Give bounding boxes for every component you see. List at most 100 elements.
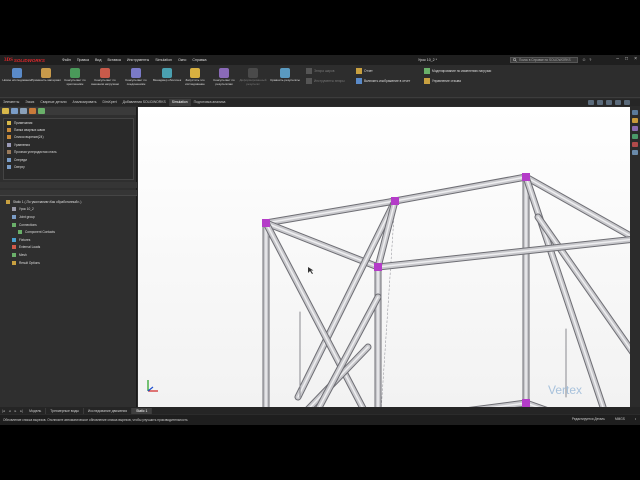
view-orientation-icon[interactable] xyxy=(606,100,612,105)
feature-tree-item-6[interactable]: Сверху xyxy=(4,163,133,170)
help-search-input[interactable]: Поиск в Справке по SOLIDWORKS xyxy=(510,57,578,63)
feature-tree-item-3[interactable]: Уравнения xyxy=(4,141,133,148)
view-palette-icon[interactable] xyxy=(632,134,638,139)
solidworks-logo[interactable]: 3DS SOLIDWORKS xyxy=(4,56,48,64)
ribbon-small-button-2[interactable]: Отчет xyxy=(356,67,373,74)
tab-scroll-first-icon[interactable]: |◂ xyxy=(2,409,5,413)
feature-tree-item-1[interactable]: Папка сварных швов xyxy=(4,126,133,133)
appearances-icon[interactable] xyxy=(632,142,638,147)
beam-x-brace-1[interactable] xyxy=(263,220,378,409)
feature-manager-tab-icon[interactable] xyxy=(2,108,9,114)
ribbon-button-8[interactable]: Деформированный результат xyxy=(238,68,268,86)
display-manager-tab-icon[interactable] xyxy=(38,108,45,114)
maximize-button[interactable]: □ xyxy=(625,56,628,62)
command-tab-2[interactable]: Сварные детали xyxy=(37,99,69,106)
panel-splitter[interactable] xyxy=(0,182,137,188)
feature-tree-item-4[interactable]: Прочная углеродистая сталь xyxy=(4,149,133,156)
ribbon-small-button-1[interactable]: Инструменты эпюры xyxy=(306,77,345,84)
simulation-tree-item-6[interactable]: External Loads xyxy=(3,244,134,252)
menu-item-6[interactable]: Окно xyxy=(178,58,186,62)
menu-item-4[interactable]: Инструменты xyxy=(127,58,149,62)
beam-front-top-highlight[interactable] xyxy=(377,238,630,268)
feature-tree-item-5[interactable]: Спереди xyxy=(4,156,133,163)
configuration-manager-tab-icon[interactable] xyxy=(20,108,27,114)
simulation-tree-item-5[interactable]: Fixtures xyxy=(3,236,134,244)
simulation-tree-item-2[interactable]: Joint group xyxy=(3,213,134,221)
command-tab-0[interactable]: Элементы xyxy=(0,99,22,106)
menu-item-7[interactable]: Справка xyxy=(192,58,206,62)
ribbon-button-1[interactable]: Применить материал xyxy=(31,68,61,83)
design-library-icon[interactable] xyxy=(632,118,638,123)
bottom-tab-1[interactable]: Трехмерные виды xyxy=(46,407,84,414)
command-tab-5[interactable]: Добавления SOLIDWORKS xyxy=(120,99,169,106)
feature-tree-label: Папка сварных швов xyxy=(14,128,45,133)
simulation-tree-item-4[interactable]: Component Contacts xyxy=(3,228,134,236)
units-selector[interactable]: MMGS xyxy=(615,417,625,421)
command-tab-7[interactable]: Подготовка анализа xyxy=(191,99,229,106)
ribbon-button-2[interactable]: Консультант по креплениям xyxy=(60,68,90,86)
plot-tools-icon xyxy=(306,77,312,84)
graphics-area[interactable]: Vertex xyxy=(138,107,630,409)
simulation-tree-item-1[interactable]: Урок 10_2 xyxy=(3,206,134,214)
property-manager-tab-icon[interactable] xyxy=(11,108,18,114)
ribbon-small-button-4[interactable]: Моделирование по изменению нагрузки xyxy=(424,67,491,74)
simulation-tree-item-0[interactable]: Static 1 (-По умолчанию<Как обработанный… xyxy=(3,198,134,206)
joint-top-back[interactable] xyxy=(391,197,399,205)
simulation-tree-label: External Loads xyxy=(19,245,41,250)
ribbon-small-button-5[interactable]: Управление отзыва xyxy=(424,77,461,84)
resources-icon[interactable] xyxy=(632,110,638,115)
ribbon-small-button-3[interactable]: Включить изображение в отчет xyxy=(356,77,410,84)
menu-item-2[interactable]: Вид xyxy=(95,58,102,62)
beam-left-top-highlight[interactable] xyxy=(265,200,396,224)
bottom-tab-0[interactable]: Модель xyxy=(25,407,47,414)
ribbon-button-4[interactable]: Консультант по соединениям xyxy=(121,68,151,86)
simulation-study-tree: Static 1 (-По умолчанию<Как обработанный… xyxy=(3,198,134,408)
joint-bottom-back-right[interactable] xyxy=(522,399,530,407)
feature-manager-panel: Примечания Папка сварных швов Список вырез… xyxy=(0,107,137,414)
bottom-tab-3[interactable]: Static 1 xyxy=(132,407,153,414)
bottom-tab-2[interactable]: Исследование движения xyxy=(84,407,133,414)
document-title: Урок 10_2 * xyxy=(418,58,438,62)
menu-item-0[interactable]: Файл xyxy=(62,58,71,62)
hide-show-icon[interactable] xyxy=(624,100,630,105)
zoom-icon[interactable] xyxy=(588,100,594,105)
file-explorer-icon[interactable] xyxy=(632,126,638,131)
tab-scroll-next-icon[interactable]: ▸ xyxy=(15,409,17,413)
feature-tree-item-0[interactable]: Примечания xyxy=(4,119,133,126)
tab-scroll-prev-icon[interactable]: ◂ xyxy=(9,409,11,413)
command-tab-4[interactable]: DimXpert xyxy=(100,99,120,106)
help-icon[interactable]: ? xyxy=(589,57,591,62)
display-style-icon[interactable] xyxy=(615,100,621,105)
command-tab-3[interactable]: Анализировать xyxy=(70,99,100,106)
tab-scroll-last-icon[interactable]: ▸| xyxy=(20,409,23,413)
simulation-tree-item-8[interactable]: Result Options xyxy=(3,259,134,267)
command-tab-1[interactable]: Эскиз xyxy=(22,99,37,106)
beam-back-top-highlight[interactable] xyxy=(394,176,527,202)
ribbon-button-9[interactable]: Сравнить результаты xyxy=(270,68,300,83)
menu-item-3[interactable]: Вставка xyxy=(108,58,121,62)
user-icon[interactable]: ☺ xyxy=(582,57,586,62)
close-button[interactable]: × xyxy=(634,56,637,62)
simulation-tree-item-3[interactable]: Connections xyxy=(3,221,134,229)
joint-top-left[interactable] xyxy=(262,219,270,227)
feature-tree-item-2[interactable]: Список вырезов(24) xyxy=(4,134,133,141)
joint-top-back-right[interactable] xyxy=(522,173,530,181)
simulation-tree-item-7[interactable]: Mesh xyxy=(3,251,134,259)
weldment-frame-model[interactable] xyxy=(138,107,630,409)
menu-item-1[interactable]: Правка xyxy=(77,58,89,62)
minimize-button[interactable]: – xyxy=(616,56,619,62)
ribbon-button-6[interactable]: Запустить это исследование xyxy=(180,68,210,86)
ribbon-button-5[interactable]: Менеджер оболочек xyxy=(152,68,182,83)
menu-item-5[interactable]: Simulation xyxy=(155,58,172,62)
ribbon-button-7[interactable]: Консультант по результатам xyxy=(209,68,239,86)
section-view-icon[interactable] xyxy=(597,100,603,105)
custom-properties-icon[interactable] xyxy=(632,150,638,155)
feedback-icon xyxy=(424,77,430,84)
ribbon-button-0[interactable]: Новое исследование xyxy=(2,68,32,83)
ribbon-button-3[interactable]: Консультант по внешним нагрузкам xyxy=(90,68,120,86)
joint-top-front[interactable] xyxy=(374,263,382,271)
plane-icon xyxy=(7,157,11,162)
ribbon-small-button-0[interactable]: Эпюра шаров xyxy=(306,67,334,74)
command-tab-6[interactable]: Simulation xyxy=(168,99,191,106)
dimxpert-tab-icon[interactable] xyxy=(29,108,36,114)
